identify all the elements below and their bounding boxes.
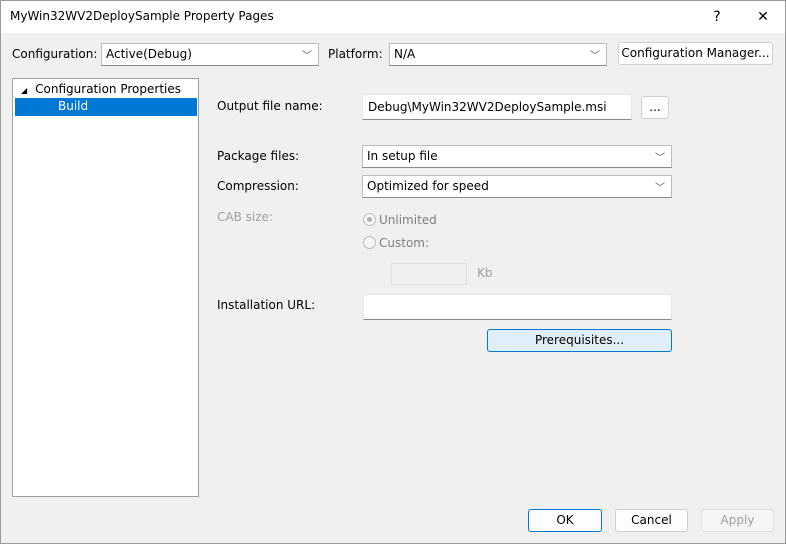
- installation-url-label: Installation URL:: [217, 298, 316, 312]
- window-title: MyWin32WV2DeploySample Property Pages: [10, 9, 274, 23]
- prerequisites-button[interactable]: Prerequisites...: [487, 329, 672, 352]
- platform-combo[interactable]: N/A ﹀: [389, 43, 607, 66]
- unlimited-label: Unlimited: [379, 213, 437, 227]
- platform-value: N/A: [394, 47, 416, 61]
- compression-label: Compression:: [217, 179, 299, 193]
- close-button[interactable]: ✕: [748, 5, 778, 29]
- custom-radio[interactable]: [363, 236, 376, 249]
- title-bar: MyWin32WV2DeploySample Property Pages ? …: [1, 1, 785, 33]
- ok-button[interactable]: OK: [528, 509, 602, 532]
- tree-node-configuration-properties[interactable]: ◢ Configuration Properties: [21, 82, 181, 96]
- platform-label: Platform:: [328, 47, 383, 61]
- property-pages-dialog: MyWin32WV2DeploySample Property Pages ? …: [0, 0, 786, 544]
- custom-label: Custom:: [379, 236, 430, 250]
- installation-url-input[interactable]: [363, 294, 672, 320]
- chevron-down-icon: ﹀: [655, 153, 665, 164]
- property-tree: ◢ Configuration Properties Build: [12, 78, 199, 497]
- expanded-triangle-icon[interactable]: ◢: [21, 86, 27, 95]
- cancel-button[interactable]: Cancel: [615, 509, 688, 532]
- chevron-down-icon: ﹀: [302, 51, 312, 62]
- unlimited-radio[interactable]: [363, 213, 376, 226]
- cab-size-input[interactable]: [391, 263, 467, 285]
- output-file-name-label: Output file name:: [217, 99, 323, 113]
- help-button[interactable]: ?: [702, 5, 732, 29]
- browse-button[interactable]: ...: [641, 96, 669, 119]
- apply-button[interactable]: Apply: [701, 509, 774, 532]
- configuration-label: Configuration:: [12, 47, 98, 61]
- cab-size-label: CAB size:: [217, 210, 273, 224]
- tree-item-build[interactable]: Build: [15, 98, 197, 116]
- configuration-combo[interactable]: Active(Debug) ﹀: [101, 43, 319, 66]
- chevron-down-icon: ﹀: [590, 51, 600, 62]
- configuration-value: Active(Debug): [106, 47, 192, 61]
- package-files-label: Package files:: [217, 149, 300, 163]
- kb-label: Kb: [477, 266, 493, 280]
- compression-combo[interactable]: Optimized for speed ﹀: [362, 175, 672, 198]
- package-files-combo[interactable]: In setup file ﹀: [362, 145, 672, 168]
- output-file-name-input[interactable]: Debug\MyWin32WV2DeploySample.msi: [362, 94, 632, 120]
- configuration-manager-button[interactable]: Configuration Manager...: [618, 42, 773, 65]
- chevron-down-icon: ﹀: [655, 183, 665, 194]
